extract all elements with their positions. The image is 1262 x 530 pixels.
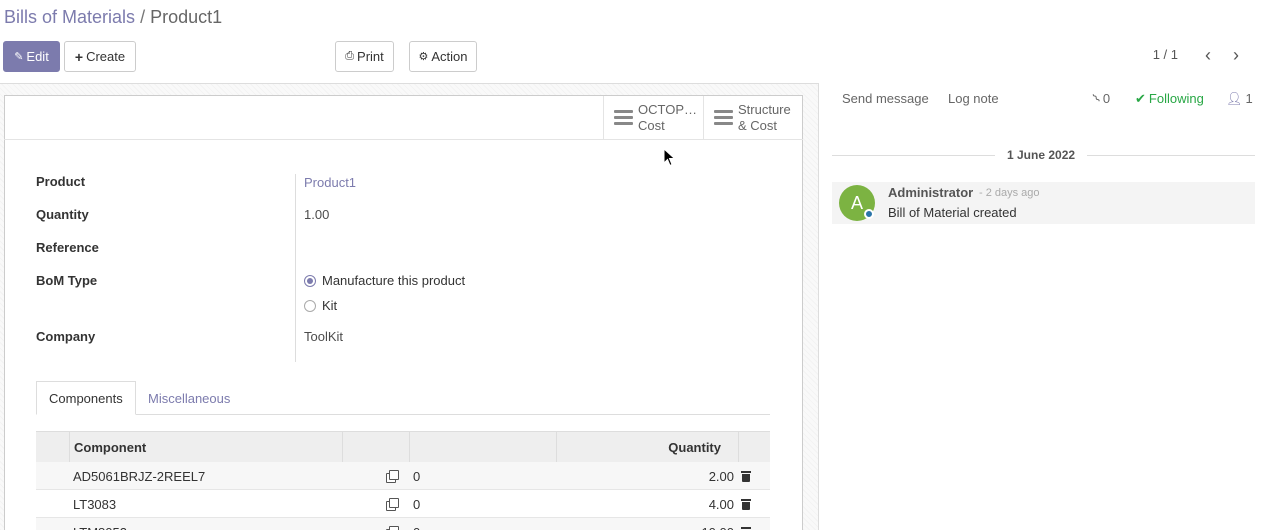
followers-count: 1	[1245, 91, 1253, 106]
table-row[interactable]: LTM8052 0 10.00	[36, 518, 770, 530]
print-button-label: Print	[357, 49, 384, 64]
company-value: ToolKit	[304, 329, 344, 344]
trash-icon-shape	[741, 498, 751, 510]
column-separator	[738, 431, 739, 463]
mouse-cursor-icon	[663, 148, 676, 167]
reference-label: Reference	[36, 240, 99, 255]
bom-type-option-kit[interactable]: Kit	[304, 298, 337, 313]
message-timestamp: - 2 days ago	[979, 187, 1040, 199]
attachments-count: 0	[1102, 91, 1111, 106]
gear-icon: ⚙	[418, 51, 429, 63]
bom-type-option-label: Manufacture this product	[322, 273, 466, 288]
breadcrumb: Bills of Materials / Product1	[4, 7, 222, 28]
component-cell[interactable]: AD5061BRJZ-2REEL7	[73, 462, 205, 490]
edit-button[interactable]: ✎ Edit	[3, 41, 60, 72]
quantity-cell[interactable]: 2.00	[556, 462, 734, 490]
chevron-right-icon[interactable]: ›	[1225, 44, 1247, 66]
action-button[interactable]: ⚙ Action	[409, 41, 477, 72]
list-icon	[714, 107, 733, 128]
followers-button[interactable]: 👤︎ 1	[1226, 91, 1253, 107]
quantity-label: Quantity	[36, 207, 89, 222]
table-row[interactable]: AD5061BRJZ-2REEL7 0 2.00	[36, 462, 770, 490]
component-cell[interactable]: LTM8052	[73, 518, 127, 530]
column-separator	[69, 431, 70, 463]
following-label: Following	[1148, 91, 1204, 106]
message-body: Bill of Material created	[888, 205, 1017, 220]
breadcrumb-parent-link[interactable]: Bills of Materials	[4, 7, 135, 27]
presence-status-icon	[864, 209, 874, 219]
table-row[interactable]: LT3083 0 4.00	[36, 490, 770, 518]
copy-icon[interactable]	[386, 462, 399, 490]
send-message-button[interactable]: Send message	[842, 91, 929, 106]
column-separator	[409, 431, 410, 463]
copy-icon[interactable]	[386, 518, 399, 530]
pager-value[interactable]: 1 / 1	[1153, 47, 1178, 62]
column-header-quantity[interactable]: Quantity	[556, 431, 721, 463]
chevron-left-icon[interactable]: ‹	[1197, 44, 1219, 66]
quantity-cell[interactable]: 4.00	[556, 490, 734, 518]
field-separator	[295, 174, 296, 362]
list-icon	[614, 107, 633, 128]
edit-button-label: Edit	[26, 49, 49, 64]
product-label: Product	[36, 174, 86, 189]
company-label: Company	[36, 329, 96, 344]
following-button[interactable]: ✔ Following	[1135, 91, 1204, 107]
create-button-label: Create	[86, 49, 126, 64]
action-button-label: Action	[431, 49, 468, 64]
trash-icon-shape	[741, 470, 751, 482]
trash-icon[interactable]	[741, 490, 751, 518]
message-author[interactable]: Administrator	[888, 185, 973, 200]
plus-icon: +	[74, 48, 84, 65]
count-cell: 0	[413, 496, 421, 512]
product-value-link[interactable]: Product1	[304, 175, 356, 190]
octopart-cost-line2: Cost	[638, 117, 665, 133]
octopart-cost-line1: OCTOP…	[638, 101, 697, 117]
octopart-cost-button[interactable]: OCTOP… Cost	[603, 96, 703, 139]
breadcrumb-separator: /	[140, 7, 146, 27]
quantity-value: 1.00	[304, 207, 330, 222]
attachments-button[interactable]: ⌇ 0	[1090, 91, 1111, 106]
tab-miscellaneous[interactable]: Miscellaneous	[136, 381, 242, 415]
copy-icon-shape	[386, 526, 399, 530]
print-button[interactable]: ⎙ Print	[335, 41, 394, 72]
column-header-component[interactable]: Component	[74, 431, 146, 463]
count-cell: 0	[413, 518, 420, 530]
bom-type-option-label: Kit	[322, 298, 338, 313]
log-note-button[interactable]: Log note	[948, 91, 999, 106]
check-icon: ✔	[1135, 91, 1146, 106]
structure-cost-button[interactable]: Structure & Cost	[703, 96, 802, 139]
print-icon: ⎙	[345, 50, 355, 62]
trash-icon[interactable]	[741, 462, 751, 490]
count-cell: 0	[413, 468, 421, 484]
structure-cost-line1: Structure	[738, 101, 791, 117]
bom-type-option-manufacture[interactable]: Manufacture this product	[304, 273, 465, 288]
structure-cost-line2: & Cost	[738, 117, 778, 133]
column-separator	[342, 431, 343, 463]
pencil-icon: ✎	[14, 51, 24, 63]
radio-unselected-icon	[304, 299, 316, 312]
tab-components[interactable]: Components	[36, 381, 136, 415]
copy-icon-shape	[386, 470, 399, 483]
component-cell[interactable]: LT3083	[73, 490, 116, 518]
copy-icon-shape	[386, 498, 399, 511]
copy-icon[interactable]	[386, 490, 399, 518]
date-separator: 1 June 2022	[995, 148, 1088, 162]
breadcrumb-current: Product1	[150, 7, 223, 27]
quantity-cell[interactable]: 10.00	[556, 518, 734, 530]
user-icon: 👤︎	[1226, 91, 1243, 106]
create-button[interactable]: + Create	[64, 41, 136, 72]
bom-type-label: BoM Type	[36, 273, 98, 288]
trash-icon-shape	[741, 526, 751, 530]
radio-selected-icon	[304, 274, 316, 287]
trash-icon[interactable]	[741, 518, 751, 530]
